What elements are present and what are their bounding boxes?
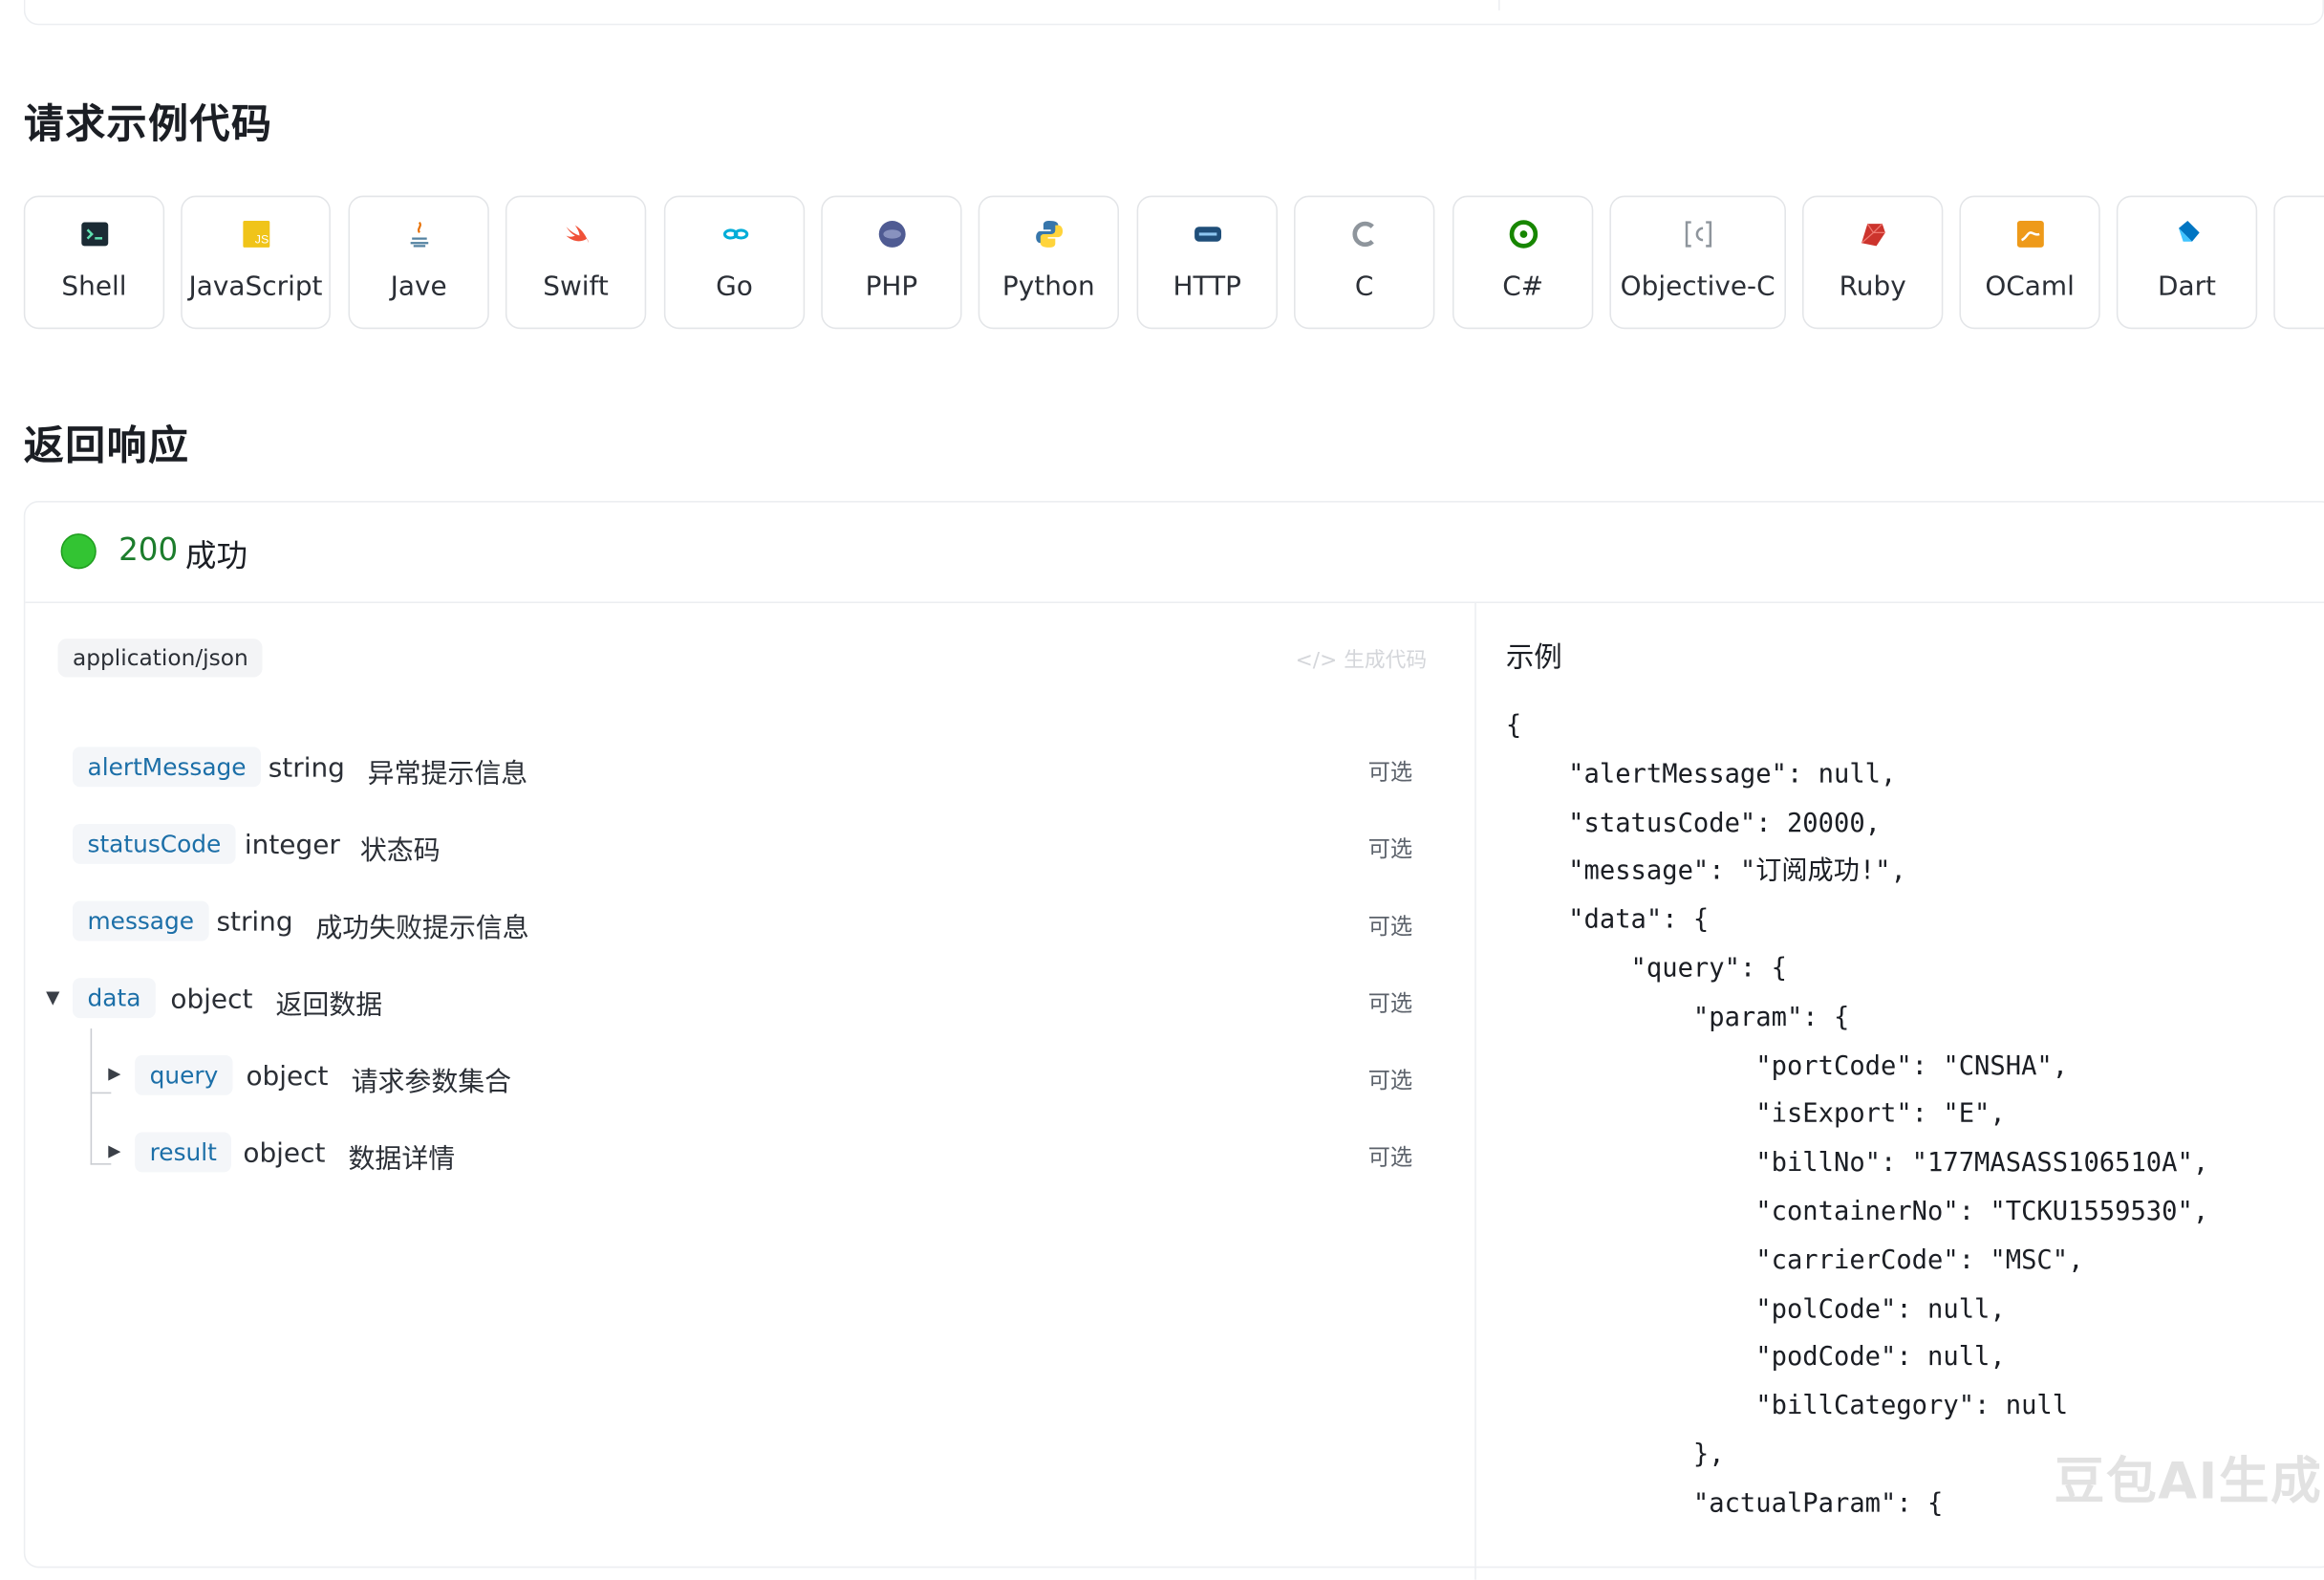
lang-label: C [1354,271,1374,303]
lang-label: Objective-C [1620,271,1775,303]
field-desc: 请求参数集合 [351,1067,512,1098]
go-icon [722,228,748,240]
field-row-alertmessage: alertMessage string 异常提示信息 可选 [25,744,1448,797]
field-name: data [72,978,156,1019]
field-name: statusCode [72,824,236,864]
svg-text:JS: JS [254,232,268,246]
python-icon [1035,221,1063,248]
lang-tab-csharp[interactable]: C# [1452,195,1594,330]
field-desc: 成功失败提示信息 [315,913,529,944]
lang-tab-shell[interactable]: Shell [23,195,165,330]
lang-label: JavaScript [188,271,323,303]
field-desc: 返回数据 [275,989,383,1022]
lang-label: HTTP [1173,271,1242,303]
field-type: object [170,984,253,1016]
lang-label: Jave [390,271,447,303]
lang-tab-ocaml[interactable]: OCaml [1959,195,2100,330]
lang-tab-more[interactable] [2273,195,2324,330]
caret-right-icon[interactable]: ▶ [108,1141,120,1160]
lang-label: OCaml [1985,271,2075,303]
panel-divider [1498,0,1500,11]
previous-panel-bottom [23,0,2324,26]
response-title: 返回响应 [23,423,190,470]
lang-label: Shell [61,271,127,303]
field-optional: 可选 [1367,835,1413,863]
lang-label: Dart [2157,271,2217,303]
example-code-block[interactable]: { "alertMessage": null, "statusCode": 20… [1506,703,2208,1528]
http-icon [1194,227,1221,242]
lang-label: PHP [865,271,918,303]
response-status-header[interactable]: 200 成功 [25,503,2324,604]
field-desc: 异常提示信息 [367,758,528,790]
status-dot-icon [60,533,97,570]
dart-icon [2178,221,2199,242]
caret-down-icon[interactable]: ▼ [46,987,59,1008]
watermark: 豆包AI生成 [2054,1452,2323,1512]
field-name: result [135,1132,232,1173]
field-type: integer [244,830,340,861]
field-type: object [243,1137,326,1170]
ruby-icon [1860,223,1885,247]
field-optional: 可选 [1367,758,1413,786]
lang-tab-swift[interactable]: Swift [505,195,647,330]
lang-label: Python [1001,271,1095,303]
field-row-result[interactable]: ▶ result object 数据详情 可选 [25,1129,1448,1182]
lang-tab-java[interactable]: Jave [348,195,489,330]
status-code: 200 [118,531,179,568]
lang-tab-go[interactable]: Go [663,195,806,330]
page-root: 请求示例代码 Shell JS JavaScript Jave Swift Go… [0,0,2324,1580]
field-row-data[interactable]: ▼ data object 返回数据 可选 [25,975,1448,1028]
lang-tab-http[interactable]: HTTP [1136,195,1278,330]
js-icon: JS [242,221,269,248]
ocaml-icon [2016,221,2044,248]
lang-tab-javascript[interactable]: JS JavaScript [181,195,331,330]
csharp-icon [1508,220,1538,249]
field-optional: 可选 [1367,1067,1413,1094]
field-name: query [135,1054,233,1095]
lang-label: C# [1502,271,1544,303]
caret-right-icon[interactable]: ▶ [108,1064,120,1083]
field-desc: 数据详情 [348,1143,456,1176]
generate-code-button[interactable]: </> 生成代码 [1296,644,1427,674]
java-icon [409,221,428,248]
lang-tab-objective-c[interactable]: Objective-C [1609,195,1786,330]
request-example-title: 请求示例代码 [23,101,273,149]
field-desc: 状态码 [359,835,441,867]
php-icon [877,221,905,248]
lang-tab-dart[interactable]: Dart [2116,195,2258,330]
field-row-statuscode: statusCode integer 状态码 可选 [25,821,1448,875]
lang-label: Ruby [1839,271,1906,303]
field-type: object [246,1061,329,1093]
objc-icon [1685,221,1711,248]
content-type-tag[interactable]: application/json [57,638,264,678]
field-name: alertMessage [72,747,262,788]
field-optional: 可选 [1367,1143,1413,1171]
language-tabs: Shell JS JavaScript Jave Swift Go PHP Py… [23,195,2324,330]
field-optional: 可选 [1367,913,1413,940]
field-row-query[interactable]: ▶ query object 请求参数集合 可选 [25,1052,1448,1106]
lang-label: Swift [543,271,609,303]
field-type: string [216,906,293,939]
c-icon [1351,221,1374,248]
column-divider [1474,601,1476,1580]
field-optional: 可选 [1367,989,1413,1017]
code-icon: </> [1295,649,1345,673]
field-name: message [72,900,209,942]
lang-tab-php[interactable]: PHP [821,195,962,330]
example-title: 示例 [1505,641,1562,675]
terminal-icon [80,222,108,247]
lang-tab-ruby[interactable]: Ruby [1802,195,1944,330]
generate-code-label: 生成代码 [1344,649,1428,673]
swift-icon [565,225,588,244]
status-text: 成功 [184,537,248,574]
field-type: string [268,752,345,785]
lang-label: Go [716,271,753,303]
lang-tab-c[interactable]: C [1294,195,1435,330]
lang-tab-python[interactable]: Python [978,195,1120,330]
field-row-message: message string 成功失败提示信息 可选 [25,898,1448,952]
